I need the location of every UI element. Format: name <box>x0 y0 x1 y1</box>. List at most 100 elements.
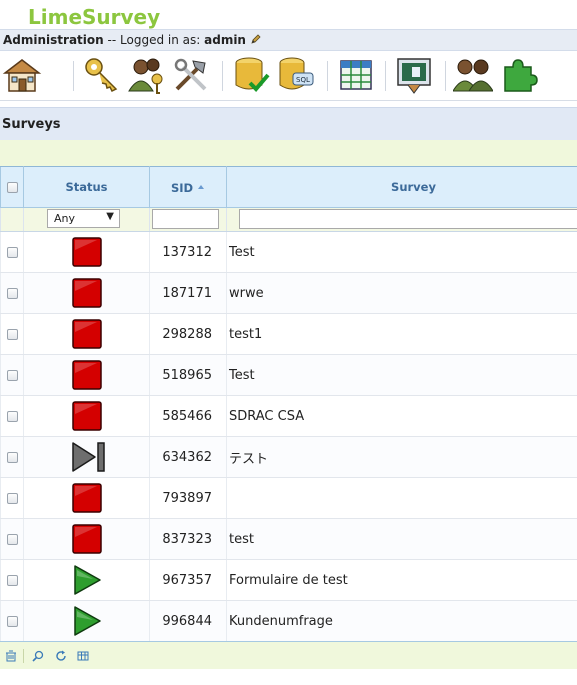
column-header-sid[interactable]: SID <box>149 166 227 208</box>
survey-name-cell[interactable]: SDRAC CSA <box>226 395 577 437</box>
svg-text:SQL: SQL <box>296 76 310 84</box>
row-checkbox[interactable] <box>6 533 18 545</box>
status-inactive-icon[interactable] <box>71 359 103 391</box>
survey-name-cell[interactable]: Kundenumfrage <box>226 600 577 642</box>
row-checkbox[interactable] <box>6 410 18 422</box>
sid-cell[interactable]: 967357 <box>149 559 227 601</box>
row-checkbox[interactable] <box>6 451 18 463</box>
row-checkbox-cell <box>0 313 24 355</box>
table-row[interactable]: 837323 test <box>0 518 577 560</box>
table-grid-icon[interactable] <box>337 55 377 95</box>
sid-filter-input[interactable] <box>152 209 219 229</box>
status-cell <box>23 600 150 642</box>
row-checkbox[interactable] <box>6 328 18 340</box>
status-inactive-icon[interactable] <box>71 236 103 268</box>
status-cell <box>23 395 150 437</box>
row-checkbox[interactable] <box>6 615 18 627</box>
row-checkbox-cell <box>0 354 24 396</box>
row-checkbox[interactable] <box>6 574 18 586</box>
main-toolbar: SQL <box>0 51 577 101</box>
app-logo[interactable]: LimeSurvey <box>28 5 160 29</box>
row-checkbox[interactable] <box>6 369 18 381</box>
sid-cell[interactable]: 298288 <box>149 313 227 355</box>
row-checkbox-cell <box>0 231 24 273</box>
column-header-status[interactable]: Status <box>23 166 150 208</box>
status-active-icon[interactable] <box>71 605 103 637</box>
sql-database-icon[interactable]: SQL <box>277 55 317 95</box>
survey-name-cell[interactable]: Test <box>226 231 577 273</box>
sid-cell[interactable]: 837323 <box>149 518 227 560</box>
row-checkbox[interactable] <box>6 492 18 504</box>
table-row[interactable]: 634362 テスト <box>0 436 577 478</box>
status-inactive-icon[interactable] <box>71 277 103 309</box>
row-checkbox[interactable] <box>6 287 18 299</box>
status-cell <box>23 436 150 478</box>
column-header-survey[interactable]: Survey <box>226 166 577 208</box>
tools-icon[interactable] <box>171 55 211 95</box>
surveys-table: Status SID Survey 137312 Test 187171 wrwe 29… <box>0 166 577 642</box>
row-checkbox-cell <box>0 477 24 519</box>
user-groups-icon[interactable] <box>452 55 494 95</box>
user-permissions-icon[interactable] <box>127 55 167 95</box>
survey-name-cell[interactable]: Formulaire de test <box>226 559 577 601</box>
status-inactive-icon[interactable] <box>71 400 103 432</box>
survey-name-cell[interactable]: test1 <box>226 313 577 355</box>
survey-name-cell[interactable] <box>226 477 577 519</box>
admin-separator: -- <box>107 33 117 47</box>
sid-cell[interactable]: 518965 <box>149 354 227 396</box>
status-inactive-icon[interactable] <box>71 318 103 350</box>
survey-name-cell[interactable]: wrwe <box>226 272 577 314</box>
sid-cell[interactable]: 187171 <box>149 272 227 314</box>
row-checkbox-cell <box>0 559 24 601</box>
table-row[interactable]: 793897 <box>0 477 577 519</box>
status-active-icon[interactable] <box>71 564 103 596</box>
sid-cell[interactable]: 996844 <box>149 600 227 642</box>
table-row[interactable]: 585466 SDRAC CSA <box>0 395 577 437</box>
table-row[interactable]: 996844 Kundenumfrage <box>0 600 577 642</box>
template-editor-icon[interactable] <box>394 55 434 95</box>
grid-footer <box>0 641 577 669</box>
edit-profile-icon[interactable] <box>250 33 262 45</box>
select-all-checkbox[interactable] <box>6 182 18 193</box>
sid-cell[interactable]: 634362 <box>149 436 227 478</box>
table-row[interactable]: 137312 Test <box>0 231 577 273</box>
sort-arrow-icon <box>197 180 205 194</box>
status-cell <box>23 354 150 396</box>
table-row[interactable]: 518965 Test <box>0 354 577 396</box>
columns-icon[interactable] <box>77 650 89 662</box>
table-row[interactable]: 187171 wrwe <box>0 272 577 314</box>
survey-filter-input[interactable] <box>239 209 577 229</box>
row-checkbox-cell <box>0 600 24 642</box>
status-inactive-icon[interactable] <box>71 523 103 555</box>
plugin-icon[interactable] <box>499 55 539 95</box>
search-icon[interactable] <box>32 650 44 662</box>
row-checkbox-cell <box>0 436 24 478</box>
username: admin <box>204 33 246 47</box>
status-cell <box>23 231 150 273</box>
status-filter-select[interactable]: Any ▼ <box>47 209 120 228</box>
row-checkbox-cell <box>0 395 24 437</box>
survey-name-cell[interactable]: test <box>226 518 577 560</box>
table-row[interactable]: 967357 Formulaire de test <box>0 559 577 601</box>
row-checkbox[interactable] <box>6 246 18 258</box>
sid-cell[interactable]: 585466 <box>149 395 227 437</box>
survey-name-cell[interactable]: Test <box>226 354 577 396</box>
top-pager-strip <box>0 140 577 166</box>
row-checkbox-cell <box>0 272 24 314</box>
row-checkbox-cell <box>0 518 24 560</box>
status-inactive-icon[interactable] <box>71 482 103 514</box>
keys-icon[interactable] <box>82 55 122 95</box>
database-check-icon[interactable] <box>232 55 272 95</box>
select-all-header <box>0 166 24 208</box>
trash-icon[interactable] <box>5 650 17 662</box>
table-row[interactable]: 298288 test1 <box>0 313 577 355</box>
sid-cell[interactable]: 793897 <box>149 477 227 519</box>
status-expired-icon[interactable] <box>71 441 105 473</box>
home-icon[interactable] <box>2 55 42 95</box>
status-cell <box>23 518 150 560</box>
toolbar-separator <box>73 61 74 91</box>
survey-name-cell[interactable]: テスト <box>226 436 577 478</box>
sid-cell[interactable]: 137312 <box>149 231 227 273</box>
sid-header-label: SID <box>170 180 194 195</box>
refresh-icon[interactable] <box>55 650 67 662</box>
